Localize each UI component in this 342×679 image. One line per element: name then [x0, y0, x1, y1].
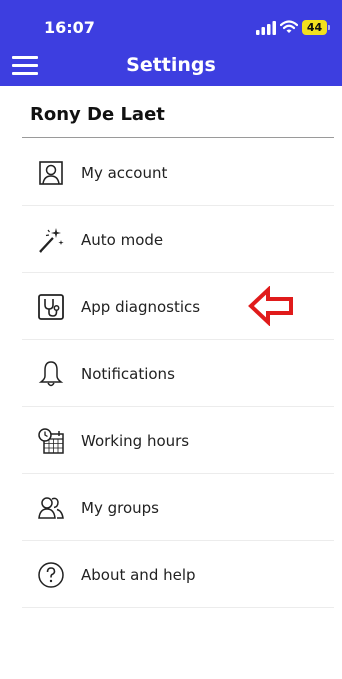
cellular-signal-icon [256, 21, 276, 35]
menu-item-label: Auto mode [81, 231, 164, 249]
menu-item-auto-mode[interactable]: Auto mode [22, 206, 334, 273]
app-header: 16:07 44 Settings [0, 0, 342, 86]
calendar-clock-icon [38, 428, 64, 454]
menu-item-label: My account [81, 164, 168, 182]
settings-menu: My account Auto mode App diagnostics Not… [22, 139, 334, 608]
menu-item-my-account[interactable]: My account [22, 139, 334, 206]
menu-item-label: Notifications [81, 365, 175, 383]
menu-item-my-groups[interactable]: My groups [22, 474, 334, 541]
menu-item-working-hours[interactable]: Working hours [22, 407, 334, 474]
menu-item-about-and-help[interactable]: About and help [22, 541, 334, 608]
group-icon [38, 497, 64, 519]
user-name: Rony De Laet [30, 104, 165, 125]
menu-item-label: My groups [81, 499, 159, 517]
stethoscope-icon [38, 294, 64, 320]
battery-tip [328, 25, 330, 30]
status-bar: 16:07 44 [0, 0, 342, 46]
battery-indicator: 44 [302, 20, 327, 35]
page-title: Settings [126, 54, 216, 76]
menu-item-label: Working hours [81, 432, 190, 450]
account-icon [39, 161, 63, 185]
magic-wand-icon [39, 228, 64, 253]
divider [22, 137, 334, 138]
wifi-icon [280, 20, 298, 33]
menu-item-notifications[interactable]: Notifications [22, 340, 334, 407]
bell-icon [38, 361, 64, 387]
red-arrow-icon [248, 286, 293, 326]
menu-item-label: App diagnostics [81, 298, 201, 316]
status-time: 16:07 [44, 18, 95, 37]
menu-item-label: About and help [81, 566, 196, 584]
help-icon [38, 562, 64, 588]
